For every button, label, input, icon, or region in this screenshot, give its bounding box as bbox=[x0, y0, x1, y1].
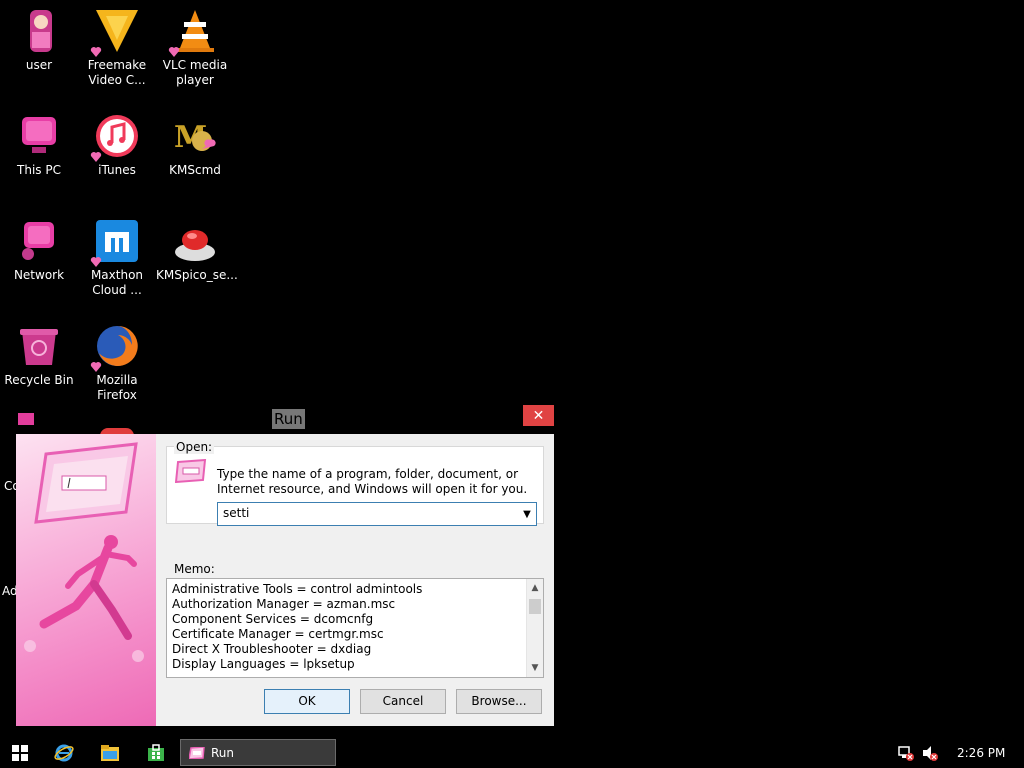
recycle-bin-icon bbox=[16, 323, 62, 369]
folder-icon bbox=[101, 745, 119, 761]
desktop-icon-label: user bbox=[25, 58, 53, 72]
cancel-button[interactable]: Cancel bbox=[360, 689, 446, 714]
memo-item[interactable]: Certificate Manager = certmgr.msc bbox=[172, 627, 522, 642]
run-dialog: Type the name of a program, folder, docu… bbox=[16, 434, 554, 726]
memo-label: Memo: bbox=[174, 562, 215, 576]
vlc-icon bbox=[168, 8, 218, 57]
desktop-icon-kmscmd[interactable]: M KMScmd bbox=[156, 113, 234, 178]
chevron-down-icon[interactable]: ▼ bbox=[518, 503, 536, 525]
scrollbar-thumb[interactable] bbox=[529, 599, 541, 614]
desktop-icon-recycle-bin[interactable]: Recycle Bin bbox=[0, 323, 78, 388]
desktop-icon-vlc[interactable]: VLC media player bbox=[156, 8, 234, 88]
desktop-icon-label: Network bbox=[13, 268, 65, 282]
run-taskbar-button[interactable]: Run bbox=[180, 739, 336, 766]
desktop-icon-network[interactable]: Network bbox=[0, 218, 78, 283]
network-status-icon[interactable] bbox=[896, 738, 916, 768]
maxthon-icon bbox=[90, 218, 140, 267]
ok-button[interactable]: OK bbox=[264, 689, 350, 714]
desktop-icon-label: KMSpico_se... bbox=[156, 268, 238, 282]
scroll-down-icon[interactable]: ▼ bbox=[527, 661, 543, 675]
close-button[interactable]: ✕ bbox=[523, 405, 554, 426]
desktop-icon-firefox[interactable]: Mozilla Firefox bbox=[78, 323, 156, 403]
run-app-icon bbox=[189, 746, 205, 759]
desktop-icon-maxthon[interactable]: Maxthon Cloud ... bbox=[78, 218, 156, 298]
run-program-icon bbox=[174, 458, 207, 486]
open-group: Type the name of a program, folder, docu… bbox=[166, 446, 544, 526]
desktop-icon-label: KMScmd bbox=[169, 163, 221, 177]
open-combobox[interactable]: ▼ bbox=[217, 502, 537, 526]
run-dialog-title: Run bbox=[272, 409, 305, 429]
volume-muted-icon[interactable] bbox=[920, 738, 940, 768]
this-pc-icon bbox=[16, 113, 62, 159]
desktop-icon-this-pc[interactable]: This PC bbox=[0, 113, 78, 178]
heart-overlay-icon bbox=[90, 361, 102, 373]
desktop-icon-label: Mozilla Firefox bbox=[96, 373, 138, 402]
desktop-icon-label: Recycle Bin bbox=[4, 373, 74, 387]
store-taskbar-button[interactable] bbox=[140, 738, 172, 768]
desktop-icon-label: Freemake Video C... bbox=[87, 58, 147, 87]
windows-logo-icon bbox=[12, 745, 28, 761]
itunes-icon bbox=[90, 113, 140, 162]
browse-button[interactable]: Browse... bbox=[456, 689, 542, 714]
running-figure-icon bbox=[24, 442, 144, 662]
desktop-icon-label: iTunes bbox=[98, 163, 136, 177]
desktop-icon-freemake[interactable]: Freemake Video C... bbox=[78, 8, 156, 88]
scroll-up-icon[interactable]: ▲ bbox=[527, 581, 543, 595]
memo-item[interactable]: Display Languages = lpksetup bbox=[172, 657, 522, 672]
run-description: Type the name of a program, folder, docu… bbox=[217, 467, 528, 496]
desktop-icon-user[interactable]: user bbox=[0, 8, 78, 73]
memo-list-box[interactable]: Administrative Tools = control admintool… bbox=[166, 578, 544, 678]
desktop-icon-label: VLC media player bbox=[162, 58, 228, 87]
close-icon: ✕ bbox=[532, 407, 545, 424]
start-button[interactable] bbox=[4, 738, 36, 768]
run-taskbar-label: Run bbox=[211, 745, 235, 760]
desktop-icon-itunes[interactable]: iTunes bbox=[78, 113, 156, 178]
heart-overlay-icon bbox=[90, 46, 102, 58]
partial-desktop-icon-graphic bbox=[18, 413, 34, 425]
desktop-icon-label: Maxthon Cloud ... bbox=[90, 268, 144, 297]
open-input[interactable] bbox=[218, 503, 518, 523]
kmspico-icon bbox=[172, 218, 218, 264]
run-dialog-artwork bbox=[16, 434, 156, 726]
freemake-icon bbox=[90, 8, 140, 57]
desktop-icon-label: This PC bbox=[17, 163, 61, 177]
internet-explorer-taskbar-button[interactable] bbox=[48, 738, 80, 768]
memo-item[interactable]: Administrative Tools = control admintool… bbox=[172, 582, 522, 597]
heart-overlay-icon bbox=[168, 46, 180, 58]
memo-list: Administrative Tools = control admintool… bbox=[172, 582, 522, 672]
memo-item[interactable]: Direct X Troubleshooter = dxdiag bbox=[172, 642, 522, 657]
desktop-icon-kmspico[interactable]: KMSpico_se... bbox=[156, 218, 238, 283]
network-icon bbox=[16, 218, 62, 264]
clock[interactable]: 2:26 PM bbox=[957, 746, 1005, 760]
user-icon bbox=[16, 8, 62, 54]
kmscmd-icon: M bbox=[172, 113, 218, 159]
taskbar: Run 2:26 PM bbox=[0, 738, 1024, 768]
firefox-icon bbox=[90, 323, 140, 372]
file-explorer-taskbar-button[interactable] bbox=[94, 738, 126, 768]
memo-scrollbar[interactable]: ▲ ▼ bbox=[526, 579, 543, 677]
store-icon bbox=[148, 744, 164, 761]
memo-item[interactable]: Authorization Manager = azman.msc bbox=[172, 597, 522, 612]
heart-overlay-icon bbox=[90, 256, 102, 268]
memo-item[interactable]: Component Services = dcomcnfg bbox=[172, 612, 522, 627]
internet-explorer-icon bbox=[54, 744, 74, 762]
open-label: Open: bbox=[174, 440, 215, 454]
heart-overlay-icon bbox=[90, 151, 102, 163]
